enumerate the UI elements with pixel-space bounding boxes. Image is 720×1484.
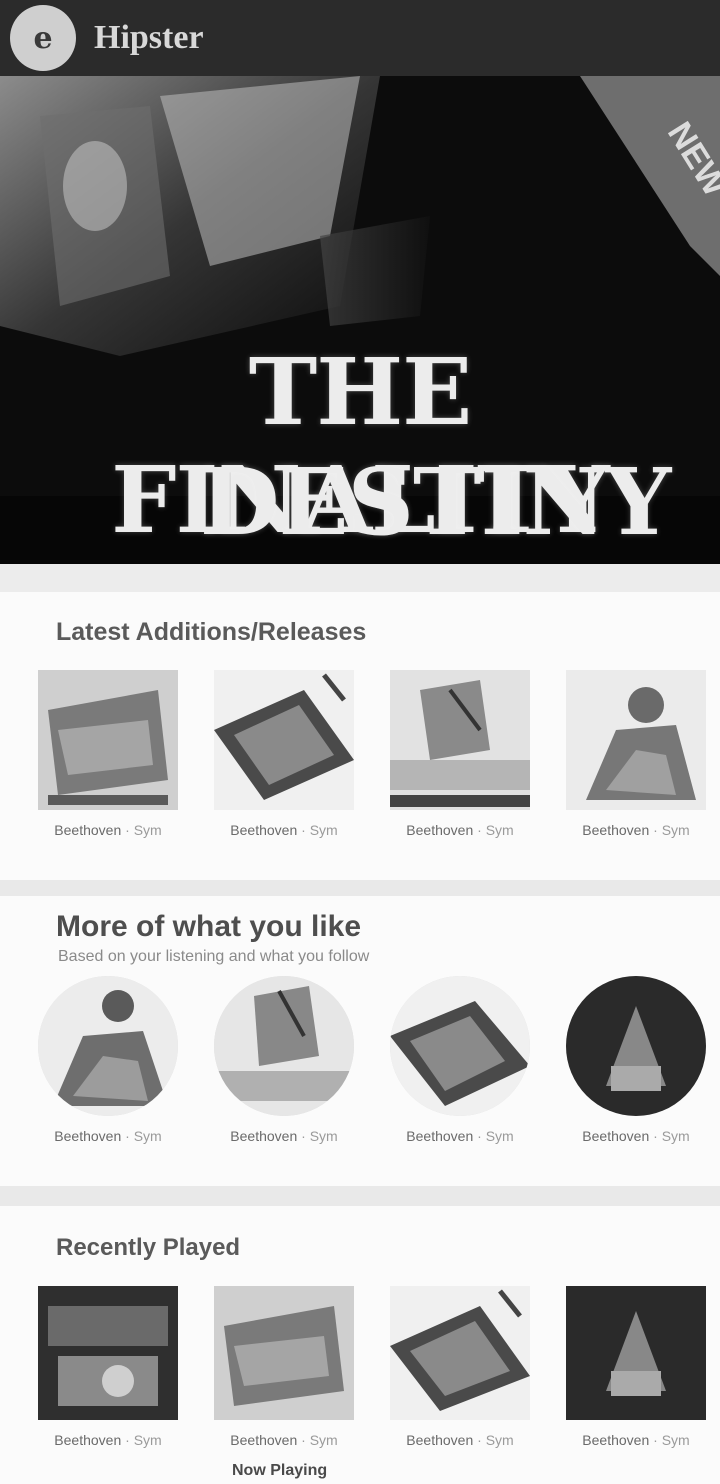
album-card[interactable]: Beethoven · Sym (564, 976, 708, 1144)
album-card[interactable]: Beethoven · Sym (388, 976, 532, 1144)
album-cover-icon[interactable] (390, 1286, 530, 1420)
album-caption: Beethoven · Sym (406, 1432, 514, 1448)
album-cover-icon[interactable] (390, 670, 530, 810)
artist-avatar-icon[interactable] (566, 976, 706, 1116)
album-cover-icon[interactable] (38, 1286, 178, 1420)
logo-letter: e (33, 20, 53, 56)
album-caption: Beethoven · Sym (54, 822, 162, 838)
album-card[interactable]: Beethoven · Sym (36, 1286, 180, 1448)
album-caption: Beethoven · Sym (406, 1128, 514, 1144)
album-caption: Beethoven · Sym (54, 1128, 162, 1144)
album-row: Beethoven · Sym Beethoven · Sym Beethove… (36, 976, 708, 1144)
album-cover-icon[interactable] (566, 1286, 706, 1420)
album-caption: Beethoven · Sym (230, 822, 338, 838)
album-caption: Beethoven · Sym (230, 1432, 338, 1448)
album-cover-icon[interactable] (38, 976, 178, 1116)
album-caption: Beethoven · Sym (582, 822, 690, 838)
top-bar: e Hipster (0, 0, 720, 76)
brand-name[interactable]: Hipster (94, 19, 204, 57)
album-card[interactable]: Beethoven · Sym (388, 1286, 532, 1448)
app-logo[interactable]: e (10, 5, 76, 71)
album-cover-icon[interactable] (566, 670, 706, 810)
now-playing-label[interactable]: Now Playing (232, 1462, 327, 1480)
section-title: Recently Played (56, 1234, 241, 1261)
section-divider (0, 1186, 720, 1206)
album-caption: Beethoven · Sym (406, 822, 514, 838)
album-caption: Beethoven · Sym (582, 1128, 690, 1144)
section-divider (0, 564, 720, 592)
album-card[interactable]: Beethoven · Sym (36, 670, 180, 838)
hero-banner[interactable]: NEW THE FINALITY DESTINY (0, 76, 720, 564)
album-caption: Beethoven · Sym (54, 1432, 162, 1448)
album-card[interactable]: Beethoven · Sym (212, 670, 356, 838)
album-cover-icon[interactable] (214, 1286, 354, 1420)
section-title: More of what you like (56, 910, 362, 943)
section-title: Latest Additions/Releases (56, 618, 367, 646)
section-recommended: More of what you like Based on your list… (0, 896, 720, 1186)
section-latest: Latest Additions/Releases Beethoven · Sy… (0, 592, 720, 880)
album-cover-icon[interactable] (390, 976, 530, 1116)
album-cover-icon[interactable] (214, 670, 354, 810)
album-card[interactable]: Beethoven · Sym (388, 670, 532, 838)
album-card[interactable]: Beethoven · Sym (564, 670, 708, 838)
section-recent: Recently Played Beethoven · Sym Beethove… (0, 1206, 720, 1484)
album-cover-icon[interactable] (38, 670, 178, 810)
album-card[interactable]: Beethoven · Sym (212, 1286, 356, 1448)
album-card[interactable]: Beethoven · Sym (212, 976, 356, 1144)
album-cover-icon[interactable] (214, 976, 354, 1116)
album-card[interactable]: Beethoven · Sym (564, 1286, 708, 1448)
section-divider (0, 880, 720, 896)
section-subtitle: Based on your listening and what you fol… (58, 948, 370, 965)
album-row: Beethoven · Sym Beethoven · Sym Beethove… (36, 670, 708, 838)
album-row: Beethoven · Sym Beethoven · Sym Beethove… (36, 1286, 708, 1448)
album-card[interactable]: Beethoven · Sym (36, 976, 180, 1144)
album-caption: Beethoven · Sym (582, 1432, 690, 1448)
hero-title-line2: DESTINY (199, 448, 672, 556)
album-caption: Beethoven · Sym (230, 1128, 338, 1144)
